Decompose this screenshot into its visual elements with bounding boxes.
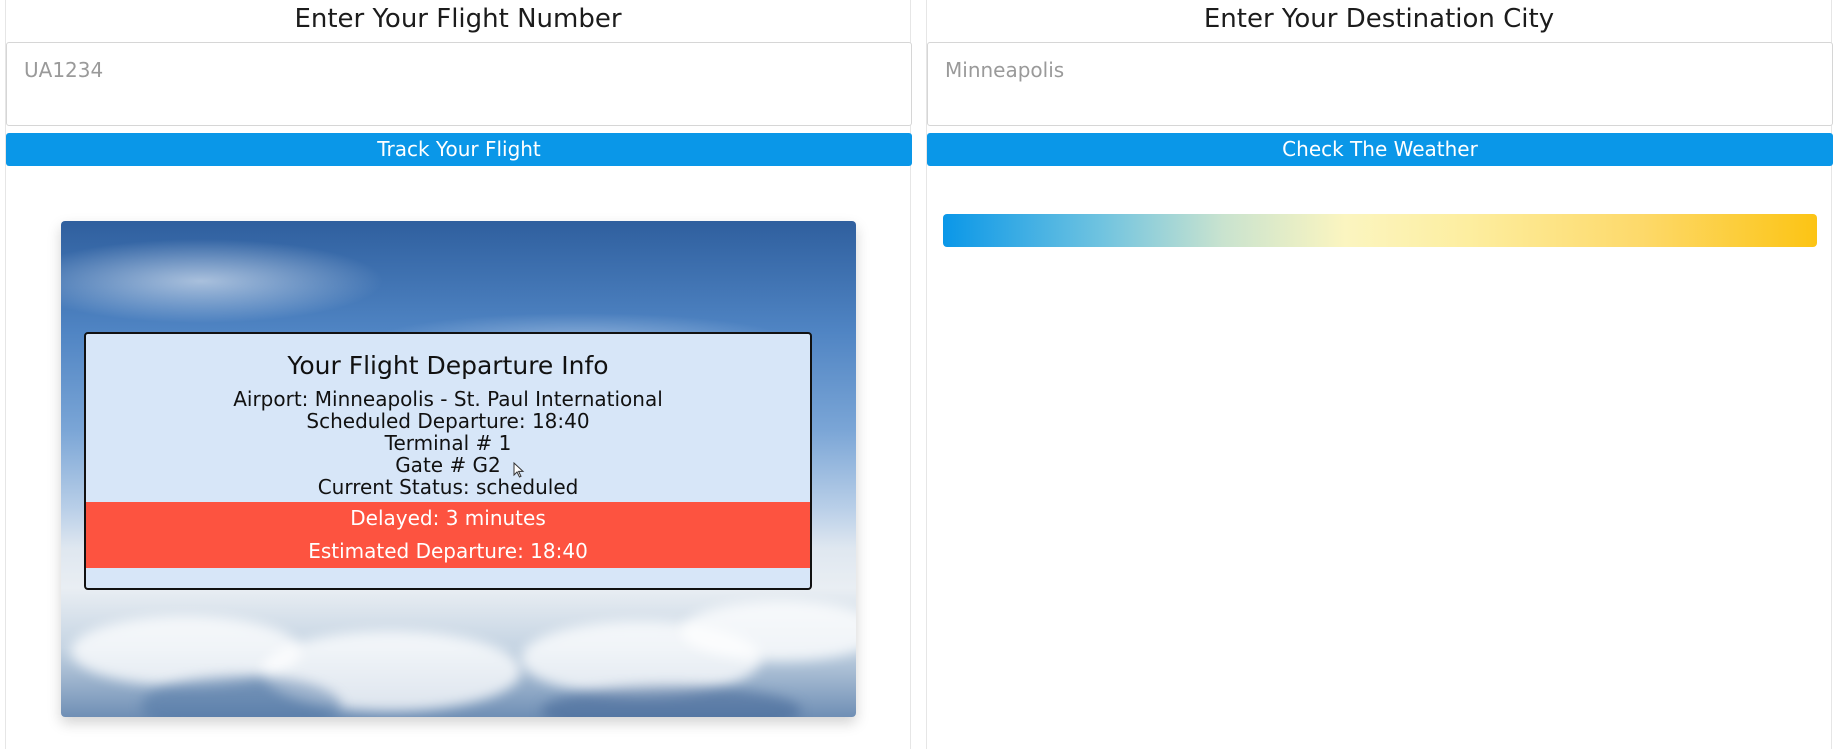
flight-departure-info-card: Your Flight Departure Info Airport: Minn…: [84, 332, 812, 590]
flight-number-heading: Enter Your Flight Number: [294, 4, 622, 34]
gate-text: Gate # G2: [395, 453, 501, 477]
flight-panel: Enter Your Flight Number Track Your Flig…: [5, 0, 912, 749]
flight-number-field-wrapper: [6, 42, 912, 126]
scheduled-departure-text: Scheduled Departure: 18:40: [306, 409, 590, 433]
weather-panel: Enter Your Destination City Check The We…: [926, 0, 1833, 749]
track-flight-button[interactable]: Track Your Flight: [6, 133, 912, 166]
current-status-text: Current Status: scheduled: [317, 475, 579, 499]
delay-text: Delayed: 3 minutes: [350, 506, 546, 530]
mouse-pointer-icon: [513, 462, 525, 478]
weather-gradient-bar: [943, 214, 1817, 247]
destination-city-input[interactable]: [928, 43, 1832, 83]
info-card-title: Your Flight Departure Info: [287, 351, 609, 380]
delay-alert-band: Delayed: 3 minutes Estimated Departure: …: [86, 502, 810, 568]
terminal-text: Terminal # 1: [384, 431, 512, 455]
airport-text: Airport: Minneapolis - St. Paul Internat…: [233, 387, 663, 411]
destination-city-field-wrapper: [927, 42, 1833, 126]
estimated-departure-text: Estimated Departure: 18:40: [308, 539, 588, 563]
flight-number-input[interactable]: [7, 43, 911, 83]
destination-city-heading: Enter Your Destination City: [1203, 4, 1555, 34]
check-weather-button[interactable]: Check The Weather: [927, 133, 1833, 166]
info-card-details: Airport: Minneapolis - St. Paul Internat…: [86, 388, 810, 498]
